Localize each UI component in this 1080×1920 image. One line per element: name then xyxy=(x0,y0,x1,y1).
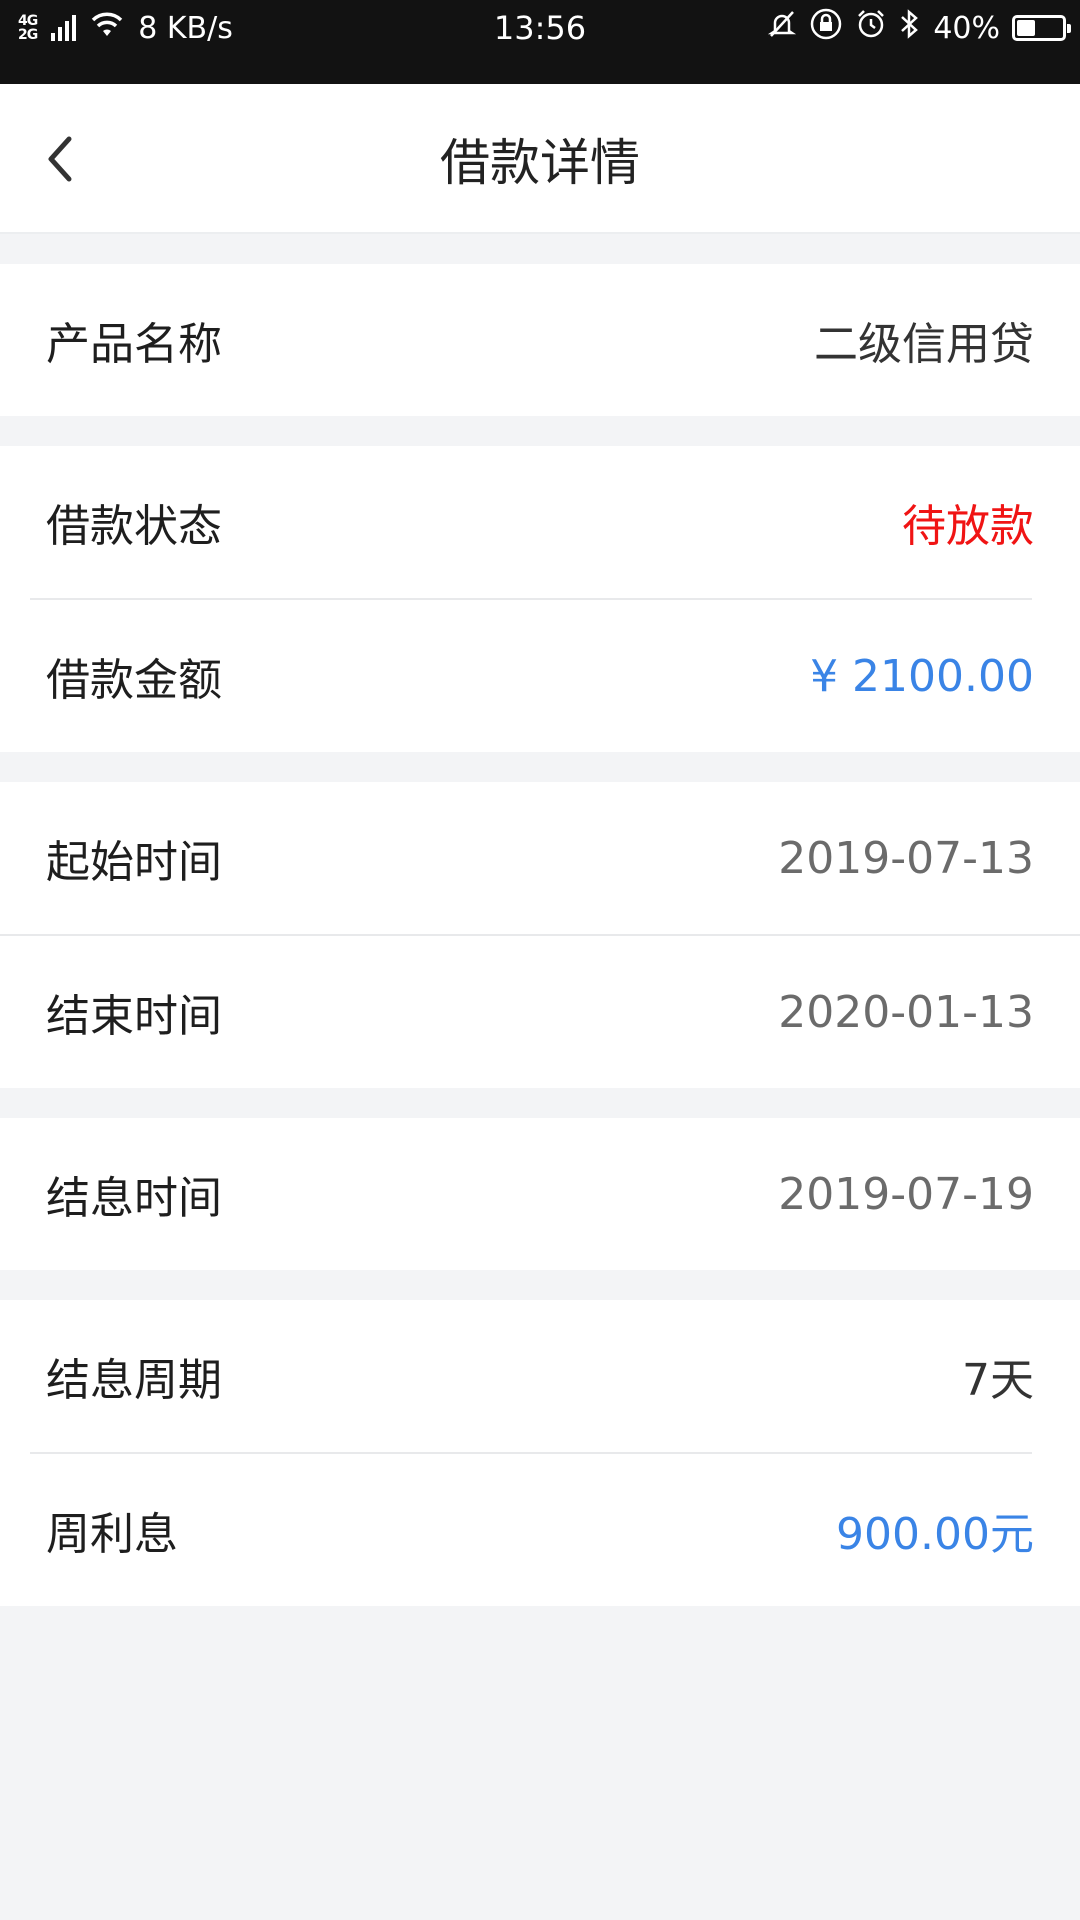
row-weekly-interest: 周利息 900.00元 xyxy=(0,1454,1080,1606)
loan-amount-value: ¥ 2100.00 xyxy=(810,650,1034,702)
row-settlement-cycle: 结息周期 7天 xyxy=(0,1300,1080,1452)
row-settlement-date: 结息时间 2019-07-19 xyxy=(0,1118,1080,1270)
app-header: 借款详情 xyxy=(0,84,1080,234)
row-label: 借款金额 xyxy=(46,655,222,706)
bluetooth-icon xyxy=(899,8,921,48)
page-title: 借款详情 xyxy=(440,134,640,192)
row-label: 结束时间 xyxy=(46,991,222,1042)
loan-status-value: 待放款 xyxy=(902,501,1034,552)
battery-fill xyxy=(1017,20,1035,36)
battery-percent: 40% xyxy=(933,10,1000,46)
end-date-value: 2020-01-13 xyxy=(778,986,1034,1038)
battery-icon xyxy=(1012,15,1071,41)
mute-bell-icon xyxy=(767,9,797,47)
group-interest: 结息周期 7天 周利息 900.00元 xyxy=(0,1300,1080,1606)
group-settlement: 结息时间 2019-07-19 xyxy=(0,1118,1080,1270)
row-start-date: 起始时间 2019-07-13 xyxy=(0,782,1080,934)
alarm-icon xyxy=(855,8,887,48)
row-label: 周利息 xyxy=(46,1509,178,1560)
group-loan-status: 借款状态 待放款 借款金额 ¥ 2100.00 xyxy=(0,446,1080,752)
row-end-date: 结束时间 2020-01-13 xyxy=(0,936,1080,1088)
loan-detail-list: 产品名称 二级信用贷 借款状态 待放款 借款金额 ¥ 2100.00 起始时间 … xyxy=(0,234,1080,1606)
row-loan-amount: 借款金额 ¥ 2100.00 xyxy=(0,600,1080,752)
weekly-interest-value: 900.00元 xyxy=(836,1509,1034,1560)
status-bar: 4G 2G 8 KB/s 13:56 40% xyxy=(0,0,1080,84)
group-dates: 起始时间 2019-07-13 结束时间 2020-01-13 xyxy=(0,782,1080,1088)
status-time: 13:56 xyxy=(493,9,587,47)
row-label: 借款状态 xyxy=(46,501,222,552)
row-label: 结息时间 xyxy=(46,1173,222,1224)
start-date-value: 2019-07-13 xyxy=(778,832,1034,884)
product-name-value: 二级信用贷 xyxy=(814,319,1034,370)
row-label: 起始时间 xyxy=(46,837,222,888)
settlement-date-value: 2019-07-19 xyxy=(778,1168,1034,1220)
rotation-lock-icon xyxy=(809,7,843,49)
row-label: 产品名称 xyxy=(46,319,222,370)
settlement-cycle-value: 7天 xyxy=(962,1355,1034,1406)
group-product: 产品名称 二级信用贷 xyxy=(0,264,1080,416)
row-loan-status: 借款状态 待放款 xyxy=(0,446,1080,598)
status-right: 40% xyxy=(767,0,1071,56)
row-product-name: 产品名称 二级信用贷 xyxy=(0,264,1080,416)
row-label: 结息周期 xyxy=(46,1355,222,1406)
